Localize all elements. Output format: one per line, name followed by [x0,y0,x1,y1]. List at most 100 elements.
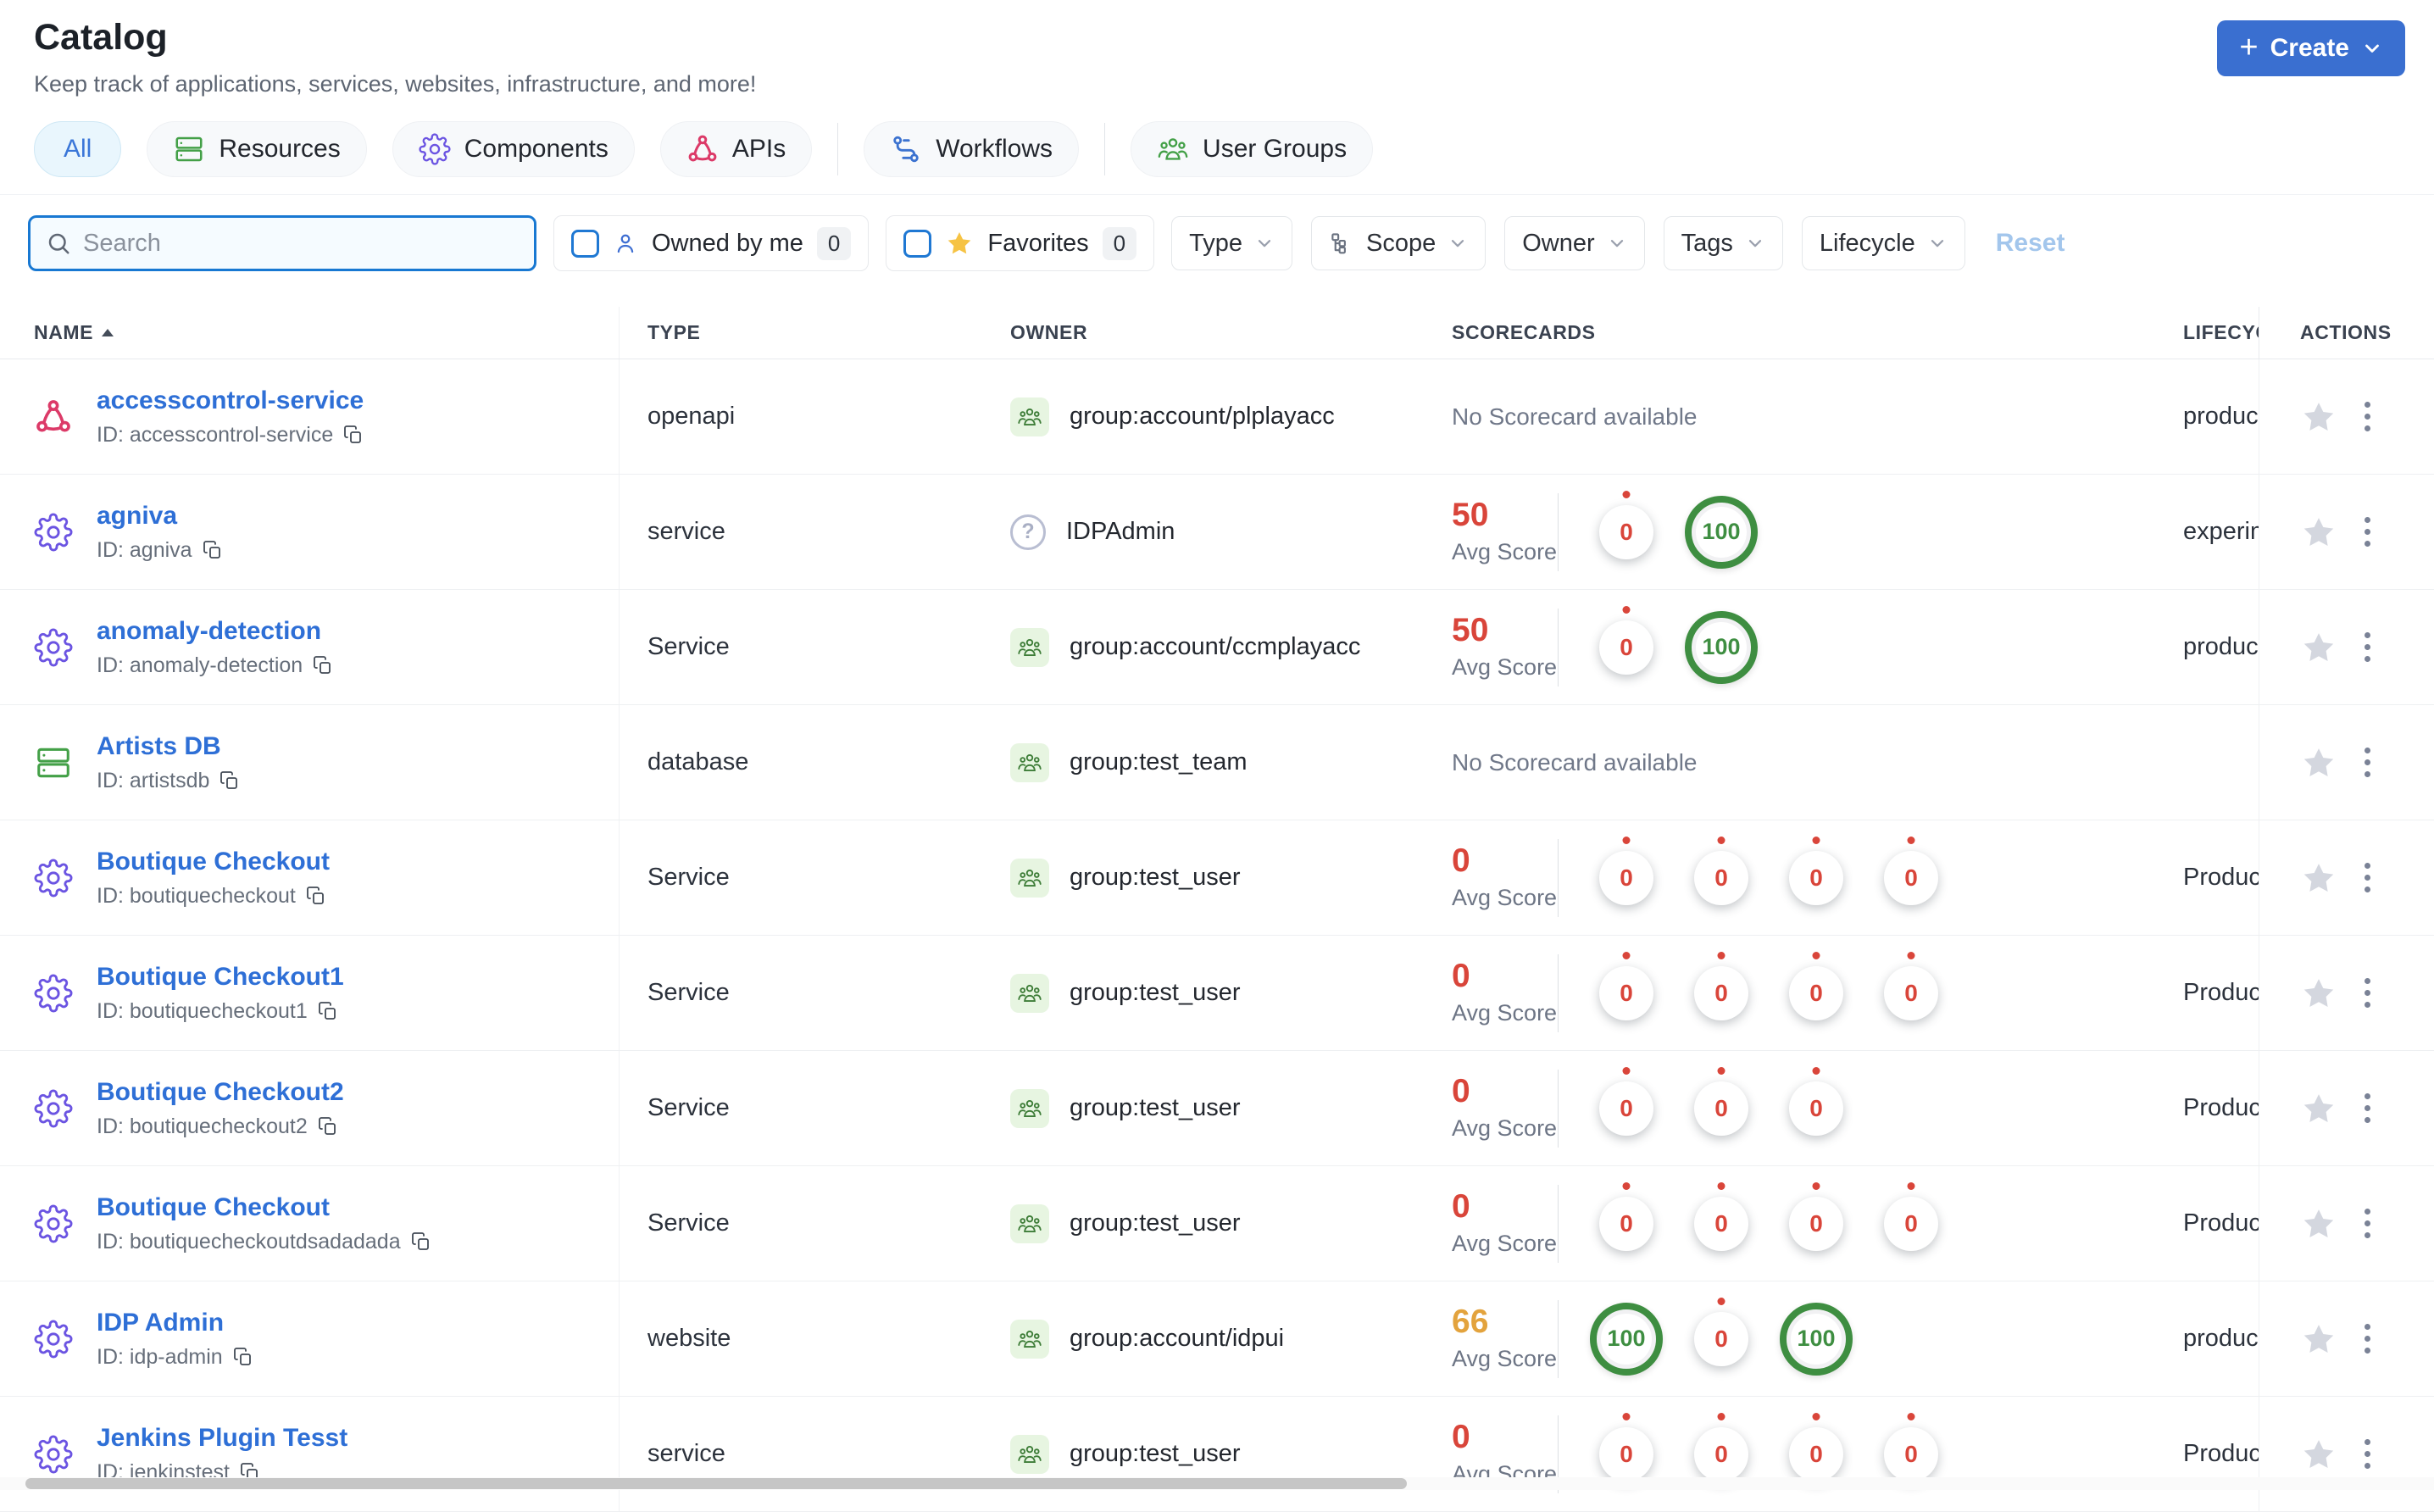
more-actions-button[interactable] [2359,973,2376,1013]
scorecard-badge-circle[interactable]: 0 [1599,1426,1653,1481]
entity-name-link[interactable]: Jenkins Plugin Tesst [97,1424,347,1453]
entity-name-link[interactable]: agniva [97,502,223,531]
search-input[interactable] [83,229,519,258]
entity-name-link[interactable]: accesscontrol-service [97,386,364,415]
scorecard-badge[interactable]: 0 [1599,1181,1653,1251]
favorite-star-icon[interactable] [2300,859,2337,897]
entity-name-link[interactable]: anomaly-detection [97,617,333,646]
copy-icon[interactable] [343,425,364,445]
scorecard-badge-circle[interactable]: 0 [1599,850,1653,905]
more-actions-button[interactable] [2359,742,2376,782]
scorecard-badge-circle[interactable]: 0 [1694,1311,1748,1366]
favorite-star-icon[interactable] [2300,1205,2337,1242]
favorites-checkbox[interactable] [903,229,932,258]
scorecard-badge[interactable]: 0 [1884,836,1938,905]
scorecard-badge-circle[interactable]: 0 [1694,1081,1748,1136]
entity-name-link[interactable]: Boutique Checkout [97,1193,431,1222]
scorecard-badge-circle[interactable]: 0 [1884,850,1938,905]
scorecard-badge-circle[interactable]: 100 [1780,1302,1853,1376]
tab-apis[interactable]: APIs [659,121,813,177]
scorecard-badge[interactable]: 0 [1789,836,1843,905]
more-actions-button[interactable] [2359,1434,2376,1474]
scorecard-badge[interactable]: 100 [1590,1302,1663,1376]
scorecard-badge[interactable]: 0 [1694,836,1748,905]
scorecard-badge[interactable]: 0 [1884,951,1938,1020]
scorecard-badge[interactable]: 0 [1884,1181,1938,1251]
filter-dropdown-lifecycle[interactable]: Lifecycle [1801,216,1965,270]
scorecard-badge[interactable]: 0 [1694,951,1748,1020]
scorecard-badge[interactable]: 0 [1599,490,1653,559]
filter-dropdown-scope[interactable]: Scope [1311,216,1487,270]
scorecard-badge-circle[interactable]: 0 [1694,965,1748,1020]
scorecard-badge[interactable]: 100 [1685,495,1758,569]
filter-dropdown-type[interactable]: Type [1171,216,1292,270]
entity-name-link[interactable]: Artists DB [97,732,240,761]
scorecard-badge[interactable]: 0 [1599,1066,1653,1136]
scorecard-badge-circle[interactable]: 0 [1884,965,1938,1020]
scorecard-badge[interactable]: 0 [1694,1297,1748,1366]
reset-filters-button[interactable]: Reset [1996,229,2065,258]
copy-icon[interactable] [220,770,240,791]
scorecard-badge[interactable]: 100 [1780,1302,1853,1376]
scorecard-badge[interactable]: 0 [1599,1412,1653,1481]
entity-name-link[interactable]: Boutique Checkout [97,848,330,876]
scorecard-badge[interactable]: 0 [1789,1412,1843,1481]
scorecard-badge-circle[interactable]: 0 [1694,850,1748,905]
create-button[interactable]: + Create [2217,20,2405,76]
scorecard-badge-circle[interactable]: 0 [1599,965,1653,1020]
copy-icon[interactable] [411,1231,431,1252]
tab-components[interactable]: Components [392,121,635,177]
scorecard-badge-circle[interactable]: 100 [1685,610,1758,684]
scorecard-badge-circle[interactable]: 0 [1599,620,1653,675]
scorecard-badge-circle[interactable]: 0 [1789,965,1843,1020]
scorecard-badge[interactable]: 0 [1789,1066,1843,1136]
more-actions-button[interactable] [2359,1203,2376,1243]
entity-name-link[interactable]: Boutique Checkout1 [97,963,344,992]
entity-name-link[interactable]: IDP Admin [97,1309,253,1337]
favorite-star-icon[interactable] [2300,1320,2337,1358]
scorecard-badge-circle[interactable]: 0 [1599,504,1653,559]
copy-icon[interactable] [203,540,223,560]
filter-dropdown-owner[interactable]: Owner [1504,216,1645,270]
favorite-star-icon[interactable] [2300,629,2337,666]
copy-icon[interactable] [313,655,333,675]
scorecard-badge-circle[interactable]: 0 [1789,1426,1843,1481]
more-actions-button[interactable] [2359,1319,2376,1359]
more-actions-button[interactable] [2359,512,2376,552]
scorecard-badge-circle[interactable]: 100 [1685,495,1758,569]
owned-by-me-checkbox[interactable] [571,229,599,258]
favorite-star-icon[interactable] [2300,398,2337,436]
scorecard-badge-circle[interactable]: 0 [1694,1196,1748,1251]
more-actions-button[interactable] [2359,858,2376,898]
scorecard-badge-circle[interactable]: 0 [1884,1196,1938,1251]
scorecard-badge[interactable]: 0 [1599,836,1653,905]
scorecard-badge[interactable]: 0 [1789,1181,1843,1251]
favorite-star-icon[interactable] [2300,975,2337,1012]
copy-icon[interactable] [318,1001,338,1021]
favorite-star-icon[interactable] [2300,1090,2337,1127]
scorecard-badge[interactable]: 0 [1599,605,1653,675]
entity-name-link[interactable]: Boutique Checkout2 [97,1078,344,1107]
scorecard-badge[interactable]: 0 [1694,1066,1748,1136]
scorecard-badge-circle[interactable]: 0 [1884,1426,1938,1481]
copy-icon[interactable] [306,886,326,906]
more-actions-button[interactable] [2359,627,2376,667]
favorite-star-icon[interactable] [2300,514,2337,551]
scorecard-badge[interactable]: 0 [1694,1181,1748,1251]
tab-workflows[interactable]: Workflows [864,121,1080,177]
scorecard-badge-circle[interactable]: 0 [1599,1196,1653,1251]
scorecard-badge-circle[interactable]: 100 [1590,1302,1663,1376]
scorecard-badge-circle[interactable]: 0 [1789,1196,1843,1251]
column-header-name[interactable]: NAME [0,307,620,359]
filter-dropdown-tags[interactable]: Tags [1663,216,1783,270]
tab-all[interactable]: All [34,121,122,177]
scorecard-badge[interactable]: 0 [1599,951,1653,1020]
scorecard-badge[interactable]: 0 [1884,1412,1938,1481]
tab-user-groups[interactable]: User Groups [1131,121,1374,177]
horizontal-scrollbar-thumb[interactable] [25,1478,1407,1489]
favorite-star-icon[interactable] [2300,1436,2337,1473]
tab-resources[interactable]: Resources [147,121,367,177]
scorecard-badge[interactable]: 100 [1685,610,1758,684]
more-actions-button[interactable] [2359,397,2376,436]
scorecard-badge-circle[interactable]: 0 [1789,850,1843,905]
